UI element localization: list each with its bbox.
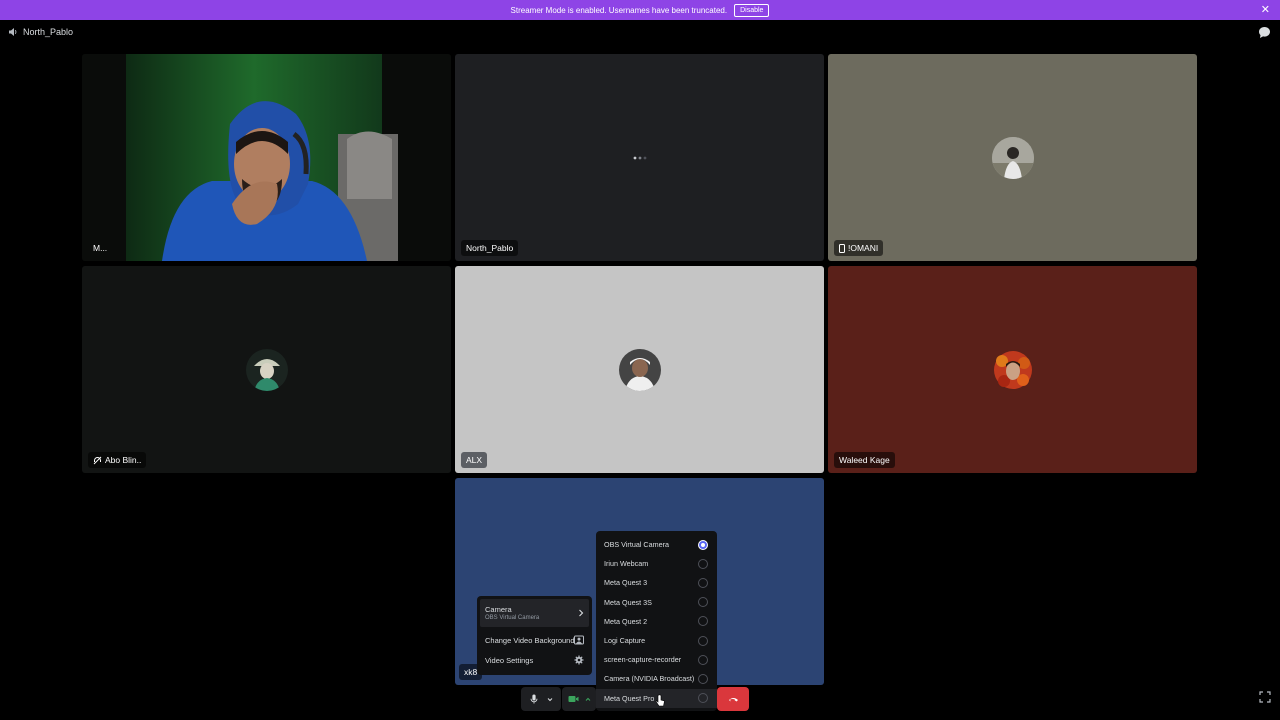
video-tile-abo-blin[interactable]: Abo Blin.. (82, 266, 451, 473)
camera-current-value: OBS Virtual Camera (485, 615, 540, 621)
speaker-icon (9, 28, 17, 36)
camera-context-menu: Camera OBS Virtual Camera Change Video B… (477, 596, 592, 675)
fullscreen-icon[interactable] (1259, 691, 1271, 703)
deafened-icon (93, 456, 102, 464)
background-icon (574, 635, 584, 645)
radio-icon[interactable] (698, 577, 708, 588)
camera-option[interactable]: Meta Quest 3S (596, 593, 717, 612)
camera-option[interactable]: OBS Virtual Camera (596, 535, 717, 554)
disable-streamer-mode-button[interactable]: Disable (734, 3, 770, 17)
camera-option[interactable]: Iriun Webcam (596, 554, 717, 573)
voice-channel-header: North_Pablo (0, 22, 1280, 42)
participant-avatar (991, 348, 1034, 391)
mute-button[interactable] (521, 687, 561, 711)
radio-icon[interactable] (698, 635, 708, 646)
disconnect-button[interactable] (717, 687, 749, 711)
streamer-mode-banner: Streamer Mode is enabled. Usernames have… (0, 0, 1280, 20)
camera-option[interactable]: Meta Quest 3 (596, 573, 717, 592)
radio-icon[interactable] (698, 616, 708, 627)
video-tile-alx[interactable]: ALX (455, 266, 824, 473)
chevron-right-icon (579, 609, 584, 617)
call-controls (521, 687, 749, 711)
video-camera-icon (568, 696, 578, 702)
participant-name-tag: M... (93, 243, 108, 253)
camera-option[interactable]: Camera (NVIDIA Broadcast) (596, 669, 717, 688)
video-settings-item[interactable]: Video Settings (480, 650, 589, 670)
camera-device-menu: OBS Virtual Camera Iriun Webcam Meta Que… (596, 531, 717, 711)
camera-submenu-item[interactable]: Camera OBS Virtual Camera (480, 599, 589, 627)
radio-icon[interactable] (698, 558, 708, 569)
cursor-icon (655, 694, 665, 707)
loading-dots-icon (633, 156, 646, 159)
camera-toggle-button[interactable] (562, 687, 596, 711)
participant-name-tag: Waleed Kage (834, 452, 895, 468)
radio-icon[interactable] (698, 597, 708, 608)
participant-avatar (991, 136, 1034, 179)
participant-name-tag: Abo Blin.. (88, 452, 147, 468)
camera-option[interactable]: screen-capture-recorder (596, 650, 717, 669)
microphone-icon (530, 694, 537, 704)
hang-up-icon (728, 698, 738, 702)
chat-icon[interactable] (1258, 26, 1271, 39)
participant-name-tag: !OMANI (834, 240, 884, 256)
gear-icon (574, 655, 584, 665)
video-tile-webcam[interactable]: M... (82, 54, 451, 261)
banner-text: Streamer Mode is enabled. Usernames have… (510, 5, 728, 15)
close-banner-icon[interactable]: ✕ (1261, 3, 1270, 16)
radio-selected-icon[interactable] (698, 539, 708, 550)
webcam-video (82, 54, 451, 261)
video-tile-north-pablo[interactable]: North_Pablo (455, 54, 824, 261)
camera-label: Camera (485, 605, 512, 614)
video-tile-omani[interactable]: !OMANI (828, 54, 1197, 261)
participant-name-tag: North_Pablo (461, 240, 519, 256)
chevron-down-icon[interactable] (547, 697, 553, 702)
radio-icon[interactable] (698, 673, 708, 684)
participant-avatar (245, 348, 288, 391)
channel-name: North_Pablo (23, 27, 74, 37)
radio-icon[interactable] (698, 654, 708, 665)
participant-avatar (618, 348, 661, 391)
video-tile-waleed-kage[interactable]: Waleed Kage (828, 266, 1197, 473)
change-video-background-item[interactable]: Change Video Background (480, 630, 589, 650)
chevron-up-icon[interactable] (585, 697, 591, 702)
participant-name-tag: ALX (461, 452, 488, 468)
phone-icon (839, 243, 845, 253)
camera-option[interactable]: Meta Quest 2 (596, 612, 717, 631)
camera-option[interactable]: Logi Capture (596, 631, 717, 650)
